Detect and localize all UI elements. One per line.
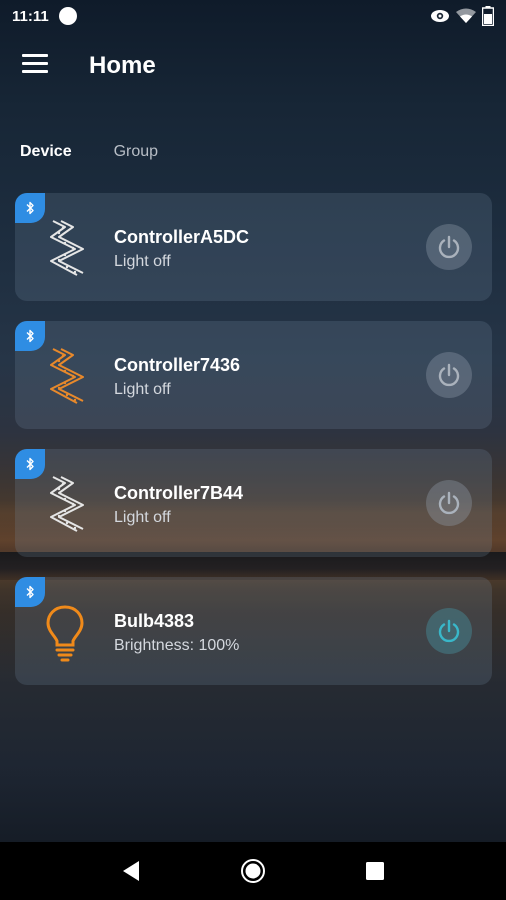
page-title: Home [89,52,156,79]
eye-icon [431,10,449,22]
power-icon [438,619,460,643]
device-card-bulb4383[interactable]: Bulb4383 Brightness: 100% [15,577,492,685]
light-bulb-icon [46,605,84,662]
app-bar: Home [0,38,506,94]
tab-bar: Device Group [20,143,158,161]
device-card-controller7b44[interactable]: Controller7B44 Light off [15,449,492,557]
status-icons [430,6,494,26]
power-icon [438,235,460,259]
bluetooth-icon [26,585,34,599]
power-icon [438,491,460,515]
power-button[interactable] [426,352,472,398]
bluetooth-icon [26,457,34,471]
led-strip-icon [50,476,84,532]
device-card-controllera5dc[interactable]: ControllerA5DC Light off [15,193,492,301]
power-button[interactable] [426,608,472,654]
power-button[interactable] [426,224,472,270]
tab-device[interactable]: Device [20,143,72,161]
status-time: 11:11 [12,7,49,25]
led-strip-icon [50,220,84,276]
device-status: Brightness: 100% [114,637,240,654]
recents-square-icon[interactable] [355,851,395,891]
device-name: Controller7436 [114,355,241,375]
home-circle-icon[interactable] [233,851,273,891]
bluetooth-badge [15,321,45,351]
hamburger-menu-icon[interactable] [22,54,48,78]
device-name: Bulb4383 [114,611,195,631]
bluetooth-badge [15,577,45,607]
bluetooth-icon [26,329,34,343]
device-status: Light off [114,509,171,526]
back-triangle-icon[interactable] [111,851,151,891]
device-name: Controller7B44 [114,483,244,503]
device-name: ControllerA5DC [114,227,250,247]
device-status: Light off [114,253,171,270]
system-nav-bar [0,842,506,900]
notification-dot-icon [58,7,77,25]
battery-icon [482,6,494,26]
bluetooth-badge [15,449,45,479]
status-bar: 11:11 [0,0,506,32]
power-icon [438,363,460,387]
tab-group[interactable]: Group [114,143,158,161]
bluetooth-badge [15,193,45,223]
power-button[interactable] [426,480,472,526]
bluetooth-icon [26,201,34,215]
device-status: Light off [114,381,171,398]
wifi-icon [456,8,476,23]
led-strip-icon [50,348,84,404]
device-card-controller7436[interactable]: Controller7436 Light off [15,321,492,429]
